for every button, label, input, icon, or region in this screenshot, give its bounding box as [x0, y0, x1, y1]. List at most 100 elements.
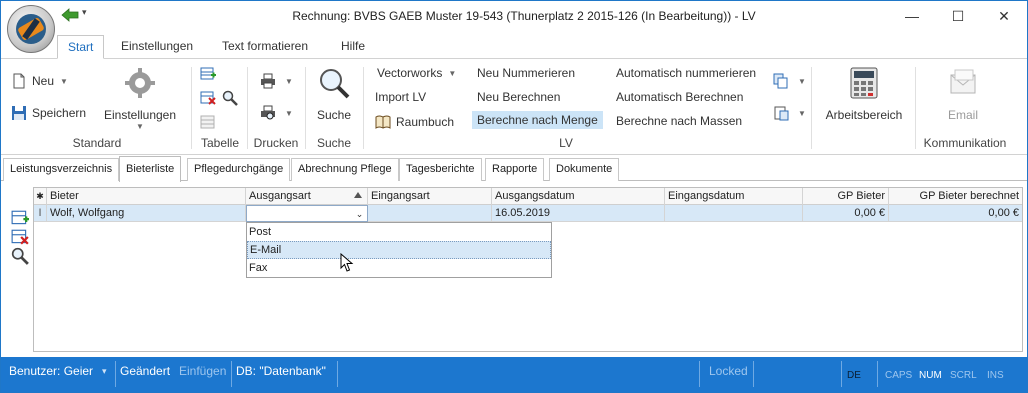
- neu-nummerieren-button[interactable]: Neu Nummerieren: [477, 66, 575, 80]
- tab-leistungsverzeichnis[interactable]: Leistungsverzeichnis: [3, 158, 120, 181]
- tab-pflegedurchgaenge[interactable]: Pflegedurchgänge: [187, 158, 291, 181]
- ribbon-tab-text-formatieren[interactable]: Text formatieren: [212, 35, 318, 59]
- add-row-button[interactable]: [11, 209, 29, 227]
- suche-button[interactable]: Suche: [311, 67, 357, 122]
- suche-label: Suche: [316, 108, 352, 122]
- dropdown-option-post[interactable]: Post: [247, 223, 551, 241]
- column-header-gp-bieter[interactable]: GP Bieter: [803, 188, 889, 205]
- email-icon: [950, 69, 976, 94]
- group-label-standard: Standard: [72, 136, 122, 150]
- tab-abrechnung-pflege[interactable]: Abrechnung Pflege: [291, 158, 399, 181]
- neu-button[interactable]: Neu ▼: [11, 73, 68, 89]
- status-bar: Benutzer: Geier ▾ Geändert Einfügen DB: …: [1, 357, 1027, 392]
- cell-eingangsart[interactable]: [368, 205, 492, 222]
- group-separator: [363, 67, 364, 149]
- gear-icon: [125, 68, 155, 98]
- email-label: Email: [947, 108, 978, 122]
- grid-header: ✱ Bieter Ausgangsart Eingangsart Ausgang…: [34, 188, 1022, 205]
- print-preview-button[interactable]: ▼: [260, 105, 293, 121]
- ausgangsart-combobox[interactable]: ⌄: [246, 205, 368, 222]
- paste-button[interactable]: ▼: [773, 105, 806, 121]
- delete-row-icon: [11, 229, 29, 245]
- dropdown-option-email[interactable]: E-Mail: [247, 241, 551, 259]
- cell-ausgangsdatum[interactable]: 16.05.2019: [492, 205, 665, 222]
- vectorworks-button[interactable]: Vectorworks ▼: [377, 66, 456, 80]
- document-tabs: Leistungsverzeichnis Bieterliste Pfleged…: [1, 156, 1027, 182]
- table-row[interactable]: I Wolf, Wolfgang ⌄ 16.05.2019 0,00 € 0,0…: [34, 205, 1022, 222]
- grid-side-toolbar: [11, 209, 29, 266]
- column-header-gp-bieter-berechnet[interactable]: GP Bieter berechnet: [889, 188, 1022, 205]
- email-button[interactable]: Email: [931, 67, 995, 122]
- combo-dropdown-icon[interactable]: ⌄: [352, 206, 367, 221]
- status-einfuegen: Einfügen: [179, 364, 227, 378]
- arbeitsbereich-button[interactable]: Arbeitsbereich: [819, 67, 909, 122]
- paste-icon: [774, 106, 789, 121]
- dropdown-option-fax[interactable]: Fax: [247, 259, 551, 277]
- status-separator: [231, 361, 232, 387]
- group-label-tabelle: Tabelle: [200, 136, 240, 150]
- status-benutzer[interactable]: Benutzer: Geier: [9, 357, 93, 392]
- tab-rapporte[interactable]: Rapporte: [485, 158, 545, 181]
- maximize-button[interactable]: ☐: [935, 1, 981, 31]
- tab-dokumente[interactable]: Dokumente: [549, 158, 620, 181]
- automatisch-nummerieren-button[interactable]: Automatisch nummerieren: [616, 66, 756, 80]
- window-title: Rechnung: BVBS GAEB Muster 19-543 (Thune…: [292, 9, 756, 23]
- group-label-lv: LV: [559, 136, 573, 150]
- status-ins: INS: [987, 370, 1004, 381]
- cell-gp-bieter[interactable]: 0,00 €: [803, 205, 889, 222]
- speichern-button[interactable]: Speichern: [11, 105, 86, 121]
- chevron-down-icon: ▼: [136, 122, 144, 131]
- column-header-eingangsdatum[interactable]: Eingangsdatum: [665, 188, 803, 205]
- arbeitsbereich-label: Arbeitsbereich: [825, 108, 903, 122]
- ribbon-tab-hilfe[interactable]: Hilfe: [331, 35, 375, 59]
- column-header-eingangsart[interactable]: Eingangsart: [368, 188, 492, 205]
- status-db: DB: "Datenbank": [236, 364, 326, 378]
- add-row-icon[interactable]: [200, 66, 216, 82]
- berechne-nach-massen-button[interactable]: Berechne nach Massen: [616, 114, 742, 128]
- tab-bieterliste[interactable]: Bieterliste: [119, 156, 182, 182]
- cell-bieter[interactable]: Wolf, Wolfgang: [47, 205, 246, 222]
- einstellungen-button[interactable]: Einstellungen ▼: [101, 67, 179, 131]
- title-bar: ▾ Rechnung: BVBS GAEB Muster 19-543 (Thu…: [1, 1, 1027, 33]
- delete-row-icon[interactable]: [200, 90, 216, 106]
- delete-row-button[interactable]: [11, 228, 29, 246]
- neu-berechnen-button[interactable]: Neu Berechnen: [477, 90, 560, 104]
- print-preview-icon: [261, 105, 275, 120]
- column-header-bieter[interactable]: Bieter: [47, 188, 246, 205]
- raumbuch-button[interactable]: Raumbuch: [375, 114, 454, 130]
- copy-icon: [773, 73, 788, 89]
- print-button[interactable]: ▼: [260, 73, 293, 89]
- new-document-icon: [13, 73, 25, 89]
- table-icon[interactable]: [200, 114, 216, 130]
- column-header-ausgangsdatum[interactable]: Ausgangsdatum: [492, 188, 665, 205]
- chevron-down-icon: ▼: [448, 68, 457, 78]
- cell-eingangsdatum[interactable]: [665, 205, 803, 222]
- group-separator: [191, 67, 192, 149]
- book-icon: [375, 115, 391, 129]
- ribbon-tab-einstellungen[interactable]: Einstellungen: [111, 35, 203, 59]
- chevron-down-icon: ▼: [798, 108, 806, 118]
- copy-button[interactable]: ▼: [773, 73, 806, 89]
- search-icon[interactable]: [222, 90, 238, 106]
- chevron-down-icon: ▼: [285, 108, 293, 118]
- column-header-ausgangsart[interactable]: Ausgangsart: [246, 188, 368, 205]
- status-caps: CAPS: [885, 370, 913, 381]
- status-num: NUM: [919, 370, 942, 381]
- import-lv-button[interactable]: Import LV: [375, 90, 426, 104]
- search-row-button[interactable]: [11, 247, 29, 265]
- group-label-suche: Suche: [316, 136, 352, 150]
- berechne-nach-menge-button[interactable]: Berechne nach Menge: [472, 111, 603, 129]
- minimize-button[interactable]: —: [889, 1, 935, 31]
- cell-gp-bieter-berechnet[interactable]: 0,00 €: [889, 205, 1022, 222]
- benutzer-dropdown-icon[interactable]: ▾: [102, 357, 107, 392]
- app-logo-icon[interactable]: [7, 5, 55, 53]
- close-button[interactable]: ✕: [981, 1, 1027, 31]
- vectorworks-label: Vectorworks: [377, 66, 443, 80]
- grid-header-marker: ✱: [34, 188, 47, 205]
- group-separator: [247, 67, 248, 149]
- automatisch-berechnen-button[interactable]: Automatisch Berechnen: [616, 90, 743, 104]
- neu-label: Neu: [32, 74, 55, 88]
- ribbon-tab-start[interactable]: Start: [57, 35, 105, 59]
- ribbon: Neu ▼ Speichern Einstellungen ▼ Standard…: [1, 58, 1027, 155]
- tab-tagesberichte[interactable]: Tagesberichte: [399, 158, 482, 181]
